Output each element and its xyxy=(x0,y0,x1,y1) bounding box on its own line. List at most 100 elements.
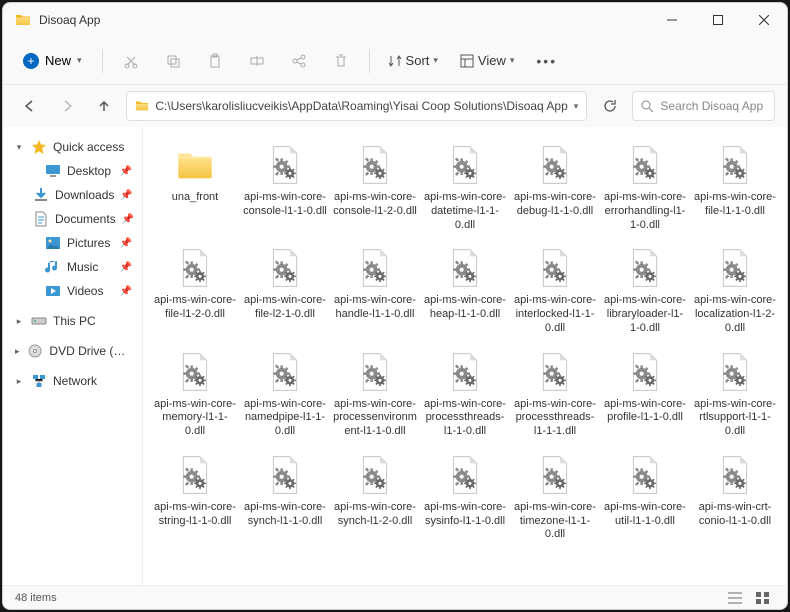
search-box[interactable]: Search Disoaq App xyxy=(632,91,775,121)
icons-view-button[interactable] xyxy=(751,588,775,608)
sidebar-item-this-pc[interactable]: ▸ This PC xyxy=(9,309,136,333)
sidebar-item-desktop[interactable]: Desktop📌 xyxy=(23,159,136,183)
new-button[interactable]: + New ▾ xyxy=(13,49,92,73)
dll-file-icon xyxy=(625,245,665,291)
file-item[interactable]: api-ms-win-core-synch-l1-1-0.dll xyxy=(241,447,329,546)
rename-button[interactable] xyxy=(239,45,275,77)
file-item[interactable]: api-ms-win-core-datetime-l1-1-0.dll xyxy=(421,137,509,236)
file-item[interactable]: api-ms-win-core-string-l1-1-0.dll xyxy=(151,447,239,546)
file-item[interactable]: api-ms-win-core-file-l1-2-0.dll xyxy=(151,240,239,339)
file-item[interactable]: una_front xyxy=(151,137,239,236)
navigation-pane[interactable]: ▾ Quick access Desktop📌Downloads📌Documen… xyxy=(3,127,143,585)
forward-button[interactable] xyxy=(52,90,81,122)
chevron-right-icon[interactable]: ▸ xyxy=(13,316,25,327)
pin-icon: 📌 xyxy=(122,214,134,225)
file-item[interactable]: api-ms-win-core-processthreads-l1-1-0.dl… xyxy=(421,344,509,443)
dll-file-icon xyxy=(445,142,485,188)
sidebar-item-quick-access[interactable]: ▾ Quick access xyxy=(9,135,136,159)
file-item[interactable]: api-ms-win-core-rtlsupport-l1-1-0.dll xyxy=(691,344,779,443)
window-title: Disoaq App xyxy=(39,13,649,27)
this-pc-label: This PC xyxy=(53,314,96,328)
pin-icon: 📌 xyxy=(120,286,132,297)
file-item[interactable]: api-ms-win-core-debug-l1-1-0.dll xyxy=(511,137,599,236)
quick-access-label: Quick access xyxy=(53,140,124,154)
download-icon xyxy=(33,187,49,203)
sidebar-item-documents[interactable]: Documents 📌 xyxy=(23,207,136,231)
chevron-down-icon: ▾ xyxy=(433,55,438,66)
file-item[interactable]: api-ms-win-core-processenvironment-l1-1-… xyxy=(331,344,419,443)
sidebar-item-dvd[interactable]: ▸ DVD Drive (D:) CCCC xyxy=(9,339,136,363)
paste-button[interactable] xyxy=(197,45,233,77)
file-list[interactable]: una_frontapi-ms-win-core-console-l1-1-0.… xyxy=(143,127,787,585)
chevron-down-icon[interactable]: ▾ xyxy=(574,101,579,112)
file-item[interactable]: api-ms-win-core-interlocked-l1-1-0.dll xyxy=(511,240,599,339)
separator xyxy=(102,49,103,73)
file-item[interactable]: api-ms-win-core-processthreads-l1-1-1.dl… xyxy=(511,344,599,443)
chevron-right-icon[interactable]: ▸ xyxy=(13,376,25,387)
close-button[interactable] xyxy=(741,3,787,37)
view-icon xyxy=(460,54,474,68)
file-name: api-ms-win-core-synch-l1-2-0.dll xyxy=(333,501,417,529)
file-name: api-ms-win-core-libraryloader-l1-1-0.dll xyxy=(603,294,687,335)
file-item[interactable]: api-ms-win-core-util-l1-1-0.dll xyxy=(601,447,689,546)
file-item[interactable]: api-ms-win-core-console-l1-1-0.dll xyxy=(241,137,329,236)
search-placeholder: Search Disoaq App xyxy=(660,99,763,113)
sort-icon xyxy=(388,54,402,68)
address-bar[interactable]: C:\Users\karolisliucveikis\AppData\Roami… xyxy=(126,91,587,121)
file-item[interactable]: api-ms-win-core-synch-l1-2-0.dll xyxy=(331,447,419,546)
refresh-button[interactable] xyxy=(595,91,624,121)
monitor-icon xyxy=(45,163,61,179)
up-button[interactable] xyxy=(89,90,118,122)
file-item[interactable]: api-ms-win-crt-conio-l1-1-0.dll xyxy=(691,447,779,546)
chevron-down-icon[interactable]: ▾ xyxy=(13,142,25,153)
sidebar-item-network[interactable]: ▸ Network xyxy=(9,369,136,393)
chevron-right-icon[interactable]: ▸ xyxy=(13,346,21,357)
delete-button[interactable] xyxy=(323,45,359,77)
file-item[interactable]: api-ms-win-core-heap-l1-1-0.dll xyxy=(421,240,509,339)
new-label: New xyxy=(45,53,71,68)
sidebar-item-pictures[interactable]: Pictures📌 xyxy=(23,231,136,255)
sidebar-item-downloads[interactable]: Downloads📌 xyxy=(23,183,136,207)
file-item[interactable]: api-ms-win-core-file-l2-1-0.dll xyxy=(241,240,329,339)
dll-file-icon xyxy=(715,349,755,395)
file-name: api-ms-win-core-localization-l1-2-0.dll xyxy=(693,294,777,335)
sidebar-item-music[interactable]: Music📌 xyxy=(23,255,136,279)
folder-icon xyxy=(15,12,31,28)
file-item[interactable]: api-ms-win-core-memory-l1-1-0.dll xyxy=(151,344,239,443)
dll-file-icon xyxy=(535,452,575,498)
back-button[interactable] xyxy=(15,90,44,122)
more-button[interactable]: ••• xyxy=(528,53,565,69)
file-item[interactable]: api-ms-win-core-sysinfo-l1-1-0.dll xyxy=(421,447,509,546)
file-item[interactable]: api-ms-win-core-console-l1-2-0.dll xyxy=(331,137,419,236)
sidebar-item-label: Documents xyxy=(55,212,116,226)
sidebar-item-videos[interactable]: Videos📌 xyxy=(23,279,136,303)
file-item[interactable]: api-ms-win-core-namedpipe-l1-1-0.dll xyxy=(241,344,329,443)
file-item[interactable]: api-ms-win-core-errorhandling-l1-1-0.dll xyxy=(601,137,689,236)
file-item[interactable]: api-ms-win-core-profile-l1-1-0.dll xyxy=(601,344,689,443)
minimize-button[interactable] xyxy=(649,3,695,37)
file-name: api-ms-win-core-processthreads-l1-1-0.dl… xyxy=(423,398,507,439)
music-icon xyxy=(45,259,61,275)
file-name: api-ms-win-core-file-l1-1-0.dll xyxy=(693,191,777,219)
file-item[interactable]: api-ms-win-core-handle-l1-1-0.dll xyxy=(331,240,419,339)
pin-icon: 📌 xyxy=(120,262,132,273)
dll-file-icon xyxy=(625,349,665,395)
dll-file-icon xyxy=(265,245,305,291)
file-item[interactable]: api-ms-win-core-localization-l1-2-0.dll xyxy=(691,240,779,339)
file-item[interactable]: api-ms-win-core-libraryloader-l1-1-0.dll xyxy=(601,240,689,339)
file-name: api-ms-win-core-console-l1-2-0.dll xyxy=(333,191,417,219)
copy-button[interactable] xyxy=(155,45,191,77)
view-button[interactable]: View ▾ xyxy=(452,49,522,72)
titlebar[interactable]: Disoaq App xyxy=(3,3,787,37)
details-view-button[interactable] xyxy=(723,588,747,608)
cut-button[interactable] xyxy=(113,45,149,77)
share-button[interactable] xyxy=(281,45,317,77)
file-name: api-ms-win-core-string-l1-1-0.dll xyxy=(153,501,237,529)
content-area: ▾ Quick access Desktop📌Downloads📌Documen… xyxy=(3,127,787,585)
file-item[interactable]: api-ms-win-core-file-l1-1-0.dll xyxy=(691,137,779,236)
maximize-button[interactable] xyxy=(695,3,741,37)
file-item[interactable]: api-ms-win-core-timezone-l1-1-0.dll xyxy=(511,447,599,546)
explorer-window: Disoaq App + New ▾ Sort ▾ View ▾ xyxy=(2,2,788,610)
chevron-down-icon: ▾ xyxy=(510,55,515,66)
sort-button[interactable]: Sort ▾ xyxy=(380,49,446,72)
